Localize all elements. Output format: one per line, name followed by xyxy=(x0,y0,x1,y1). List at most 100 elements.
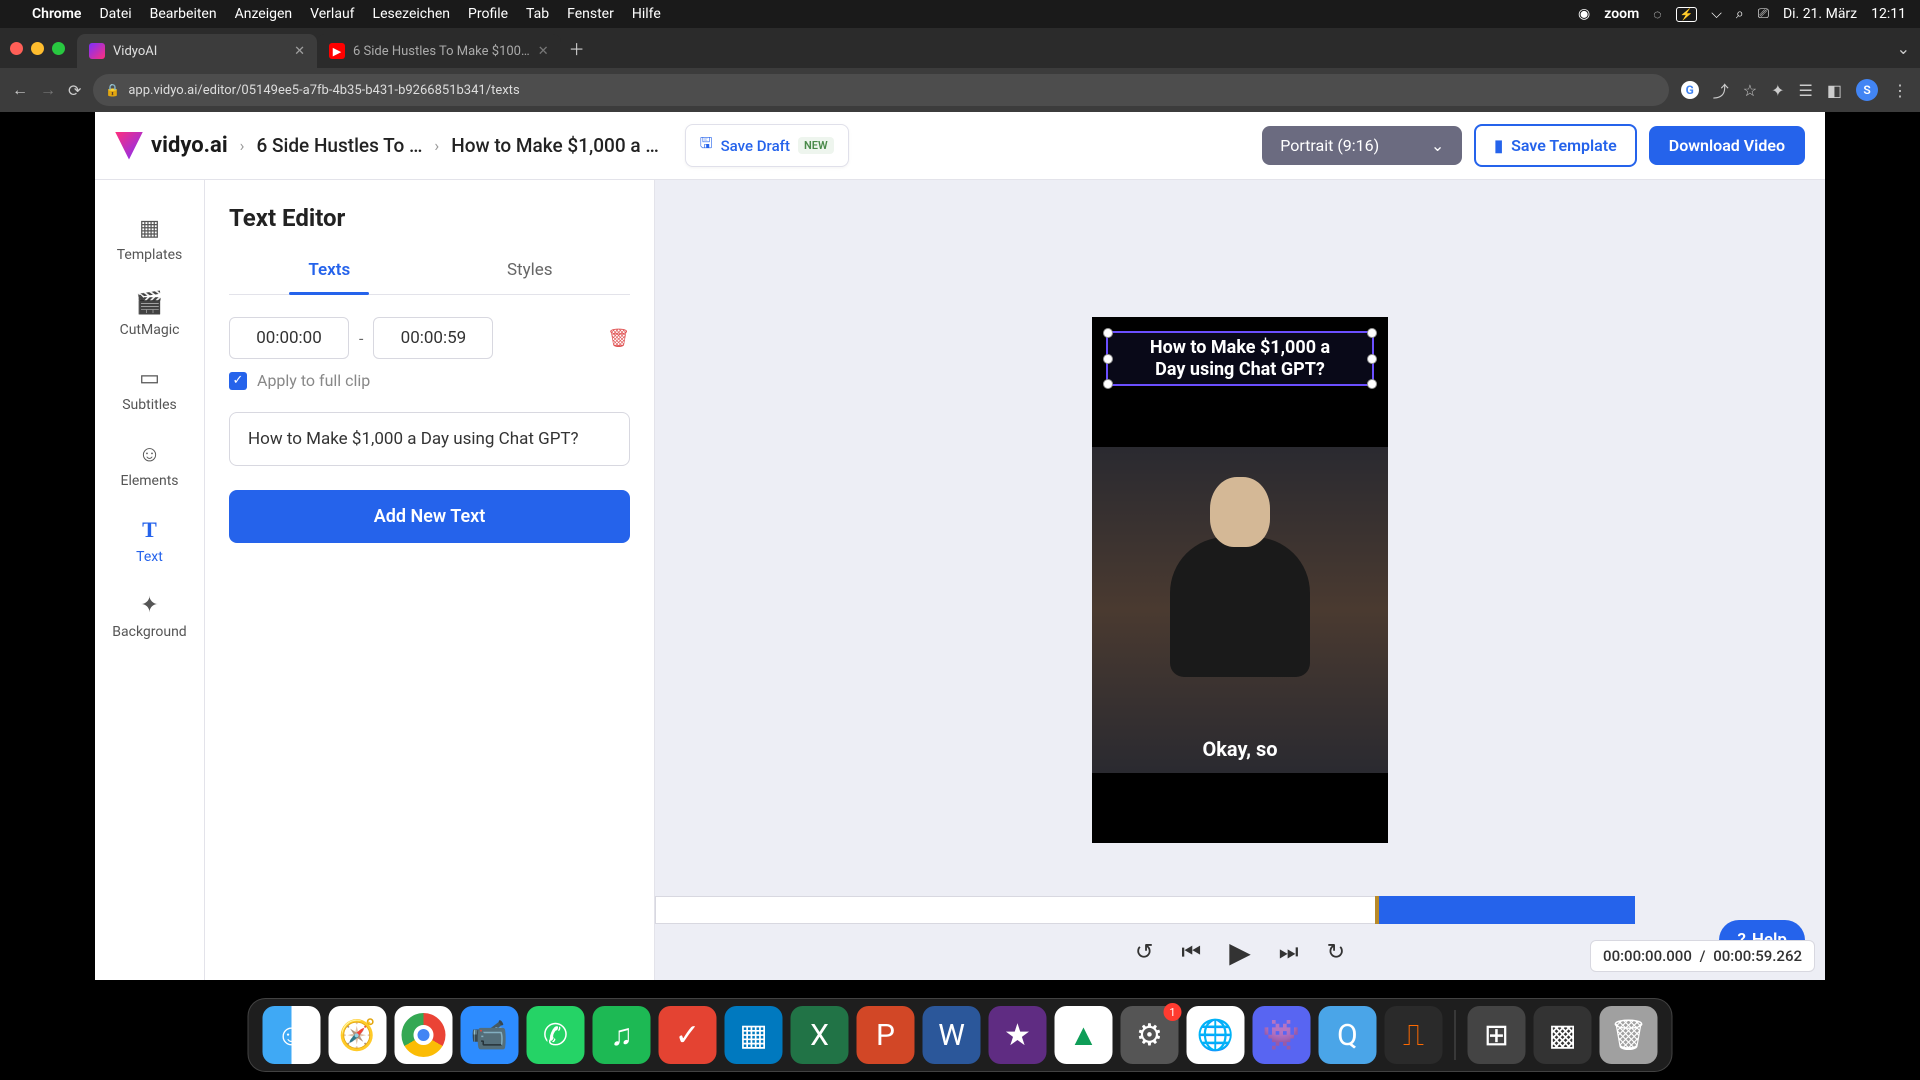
sidebar-item-templates[interactable]: ▦ Templates xyxy=(95,202,204,277)
menu-hilfe[interactable]: Hilfe xyxy=(632,6,661,22)
loading-icon[interactable]: ◌ xyxy=(1653,6,1661,23)
dock-powerpoint-icon[interactable]: P xyxy=(857,1006,915,1064)
menu-verlauf[interactable]: Verlauf xyxy=(310,6,354,22)
profile-avatar[interactable]: S xyxy=(1856,79,1878,101)
sidebar-item-text[interactable]: T Text xyxy=(95,503,204,579)
dock-safari-icon[interactable]: 🧭 xyxy=(329,1006,387,1064)
tabs-overflow-icon[interactable]: ⌄ xyxy=(1897,39,1910,58)
record-icon[interactable]: ◉ xyxy=(1578,6,1590,22)
menu-tab[interactable]: Tab xyxy=(526,6,549,22)
tab-texts[interactable]: Texts xyxy=(229,250,430,294)
skip-forward-button[interactable]: ⏭ xyxy=(1279,940,1299,965)
wifi-icon[interactable]: ⌵ xyxy=(1711,6,1722,22)
dock-chrome-icon[interactable] xyxy=(395,1006,453,1064)
tab-close-icon[interactable]: ✕ xyxy=(294,44,305,59)
google-lens-icon[interactable]: G xyxy=(1681,81,1699,99)
dock-whatsapp-icon[interactable]: ✆ xyxy=(527,1006,585,1064)
text-overlay-selected[interactable]: How to Make $1,000 a Day using Chat GPT? xyxy=(1106,331,1374,386)
menubar-app-name[interactable]: Chrome xyxy=(32,6,81,22)
dock-globe-icon[interactable]: 🌐 xyxy=(1187,1006,1245,1064)
share-icon[interactable]: ⤴ xyxy=(1713,78,1729,102)
breadcrumb-clip[interactable]: How to Make $1,000 a … xyxy=(451,134,659,157)
dock-separator xyxy=(1455,1010,1456,1060)
menu-profile[interactable]: Profile xyxy=(468,6,508,22)
sidepanel-icon[interactable]: ◧ xyxy=(1827,81,1842,100)
skip-back-button[interactable]: ⏮ xyxy=(1181,940,1201,965)
bookmark-icon[interactable]: ☆ xyxy=(1743,81,1757,100)
menu-anzeigen[interactable]: Anzeigen xyxy=(235,6,293,22)
browser-tab-vidyoai[interactable]: VidyoAI ✕ xyxy=(77,34,317,68)
dock-quicktime-icon[interactable]: Q xyxy=(1319,1006,1377,1064)
forward-5-button[interactable]: ↻ xyxy=(1327,940,1345,965)
dock-finder-icon[interactable]: ☺ xyxy=(263,1006,321,1064)
control-center-icon[interactable]: ⎚ xyxy=(1758,6,1769,22)
apply-full-clip-checkbox[interactable]: ✓ xyxy=(229,372,247,390)
dock-excel-icon[interactable]: X xyxy=(791,1006,849,1064)
nav-forward-button[interactable]: → xyxy=(40,80,56,100)
resize-handle-bl[interactable] xyxy=(1103,379,1113,389)
dock-word-icon[interactable]: W xyxy=(923,1006,981,1064)
sidebar-item-cutmagic[interactable]: 🎬 CutMagic xyxy=(95,277,204,352)
reading-list-icon[interactable]: ☰ xyxy=(1799,81,1813,100)
battery-icon[interactable]: ⚡ xyxy=(1676,7,1698,22)
menu-bearbeiten[interactable]: Bearbeiten xyxy=(150,6,217,22)
window-maximize-icon[interactable] xyxy=(52,42,65,55)
dock-discord-icon[interactable]: 👾 xyxy=(1253,1006,1311,1064)
save-draft-button[interactable]: 🖫 Save Draft NEW xyxy=(685,124,849,167)
menubar-time[interactable]: 12:11 xyxy=(1871,6,1906,22)
save-template-button[interactable]: ▮ Save Template xyxy=(1474,124,1637,167)
resize-handle-l[interactable] xyxy=(1103,354,1113,364)
menu-datei[interactable]: Datei xyxy=(99,6,131,22)
sidebar-item-background[interactable]: ✦ Background xyxy=(95,579,204,654)
tab-styles[interactable]: Styles xyxy=(430,250,631,294)
menubar-date[interactable]: Di. 21. März xyxy=(1783,6,1857,22)
resize-handle-r[interactable] xyxy=(1367,354,1377,364)
rewind-5-button[interactable]: ↺ xyxy=(1135,940,1153,965)
dock-trello-icon[interactable]: ▦ xyxy=(725,1006,783,1064)
menu-lesezeichen[interactable]: Lesezeichen xyxy=(373,6,450,22)
vidyo-logo[interactable]: vidyo.ai xyxy=(115,132,228,160)
delete-text-button[interactable]: 🗑 xyxy=(607,328,630,349)
dock-drive-icon[interactable]: ▲ xyxy=(1055,1006,1113,1064)
lock-icon: 🔒 xyxy=(105,83,120,97)
new-tab-button[interactable]: ＋ xyxy=(569,36,585,60)
resize-handle-tr[interactable] xyxy=(1367,328,1377,338)
zoom-menubar-label[interactable]: zoom xyxy=(1604,6,1639,22)
dock-audio-icon[interactable]: ⎍ xyxy=(1385,1006,1443,1064)
dock-settings-icon[interactable]: ⚙1 xyxy=(1121,1006,1179,1064)
browser-tab-youtube[interactable]: ▶ 6 Side Hustles To Make $100… ✕ xyxy=(317,34,561,68)
dock-trash-icon[interactable]: 🗑 xyxy=(1600,1006,1658,1064)
time-end-input[interactable]: 00:00:59 xyxy=(373,317,493,359)
tab-close-icon[interactable]: ✕ xyxy=(538,44,549,59)
dock-imovie-icon[interactable]: ★ xyxy=(989,1006,1047,1064)
dock-launchpad-icon[interactable]: ▩ xyxy=(1534,1006,1592,1064)
nav-reload-button[interactable]: ⟳ xyxy=(68,81,81,100)
dock-zoom-icon[interactable]: 📹 xyxy=(461,1006,519,1064)
add-new-text-button[interactable]: Add New Text xyxy=(229,490,630,543)
resize-handle-tl[interactable] xyxy=(1103,328,1113,338)
chrome-menu-icon[interactable]: ⋮ xyxy=(1892,81,1908,100)
breadcrumb-project[interactable]: 6 Side Hustles To … xyxy=(256,134,422,157)
text-content-input[interactable]: How to Make $1,000 a Day using Chat GPT? xyxy=(229,412,630,466)
address-bar[interactable]: 🔒 app.vidyo.ai/editor/05149ee5-a7fb-4b35… xyxy=(93,74,1668,106)
sidebar-item-subtitles[interactable]: ▭ Subtitles xyxy=(95,352,204,427)
resize-handle-br[interactable] xyxy=(1367,379,1377,389)
preview-canvas[interactable]: and fun to readed 2014 in Warriors-Sunst… xyxy=(655,180,1825,980)
dock-calculator-icon[interactable]: ⊞ xyxy=(1468,1006,1526,1064)
dock-spotify-icon[interactable]: ♫ xyxy=(593,1006,651,1064)
play-button[interactable]: ▶ xyxy=(1229,936,1251,969)
aspect-ratio-dropdown[interactable]: Portrait (9:16) ⌄ xyxy=(1262,126,1462,165)
dock-todoist-icon[interactable]: ✓ xyxy=(659,1006,717,1064)
window-minimize-icon[interactable] xyxy=(31,42,44,55)
aspect-ratio-label: Portrait (9:16) xyxy=(1280,136,1379,155)
time-start-input[interactable]: 00:00:00 xyxy=(229,317,349,359)
window-close-icon[interactable] xyxy=(10,42,23,55)
video-preview[interactable]: and fun to readed 2014 in Warriors-Sunst… xyxy=(1092,317,1388,843)
menu-fenster[interactable]: Fenster xyxy=(567,6,614,22)
download-video-button[interactable]: Download Video xyxy=(1649,126,1805,165)
nav-back-button[interactable]: ← xyxy=(12,80,28,100)
extensions-icon[interactable]: ✦ xyxy=(1771,81,1784,100)
sidebar-item-elements[interactable]: ☺ Elements xyxy=(95,427,204,503)
search-icon[interactable]: ⌕ xyxy=(1736,6,1744,22)
timeline-selection[interactable] xyxy=(1375,896,1635,924)
